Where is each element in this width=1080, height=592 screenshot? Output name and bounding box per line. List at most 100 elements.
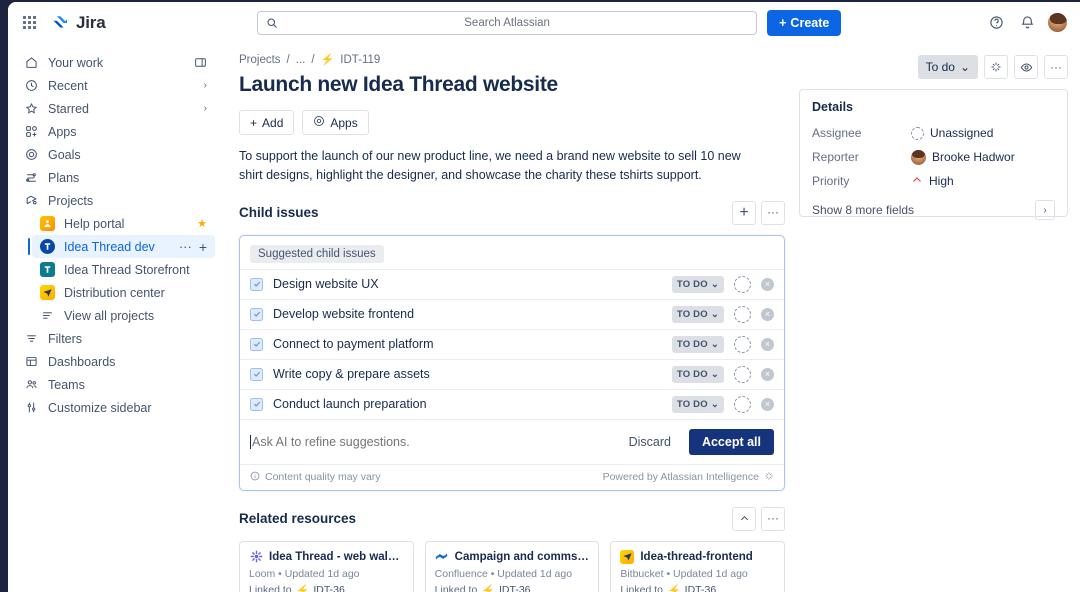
chevron-right-icon[interactable]: › [204,103,207,114]
sidebar-item-teams[interactable]: Teams [16,373,215,396]
ai-refine-input[interactable] [250,435,611,449]
assignee-avatar-placeholder[interactable] [734,336,751,353]
sidebar-item-help-portal[interactable]: Help portal ★ [32,212,215,235]
breadcrumb-issue-key[interactable]: IDT-119 [340,54,380,66]
add-child-issue-button[interactable]: + [732,201,756,225]
chevron-down-icon: ⌄ [711,339,719,350]
discard-button[interactable]: Discard [621,431,679,453]
suggested-issue-row[interactable]: Design website UX TO DO⌄ × [240,269,784,299]
show-more-fields[interactable]: Show 8 more fields › [812,200,1055,220]
search-input[interactable]: Search Atlassian [257,11,757,35]
sidebar-item-distribution-center[interactable]: Distribution center [32,281,215,304]
apps-button[interactable]: Apps [302,110,368,135]
row-checkbox[interactable] [250,338,263,351]
row-checkbox[interactable] [250,368,263,381]
detail-value[interactable]: High [911,174,954,189]
detail-value[interactable]: Unassigned [911,126,993,140]
row-checkbox[interactable] [250,398,263,411]
sidebar-item-label: Goals [48,148,207,162]
assignee-avatar-placeholder[interactable] [734,306,751,323]
suggested-issue-name: Develop website frontend [273,307,662,321]
star-filled-icon[interactable]: ★ [197,217,207,230]
resource-card[interactable]: Campaign and comms plan Confluence • Upd… [425,541,600,592]
sidebar-item-your-work[interactable]: Your work [16,51,215,74]
sidebar-item-idea-thread-storefront[interactable]: Idea Thread Storefront [32,258,215,281]
resource-card[interactable]: Idea Thread - web walkthrough Loom • Upd… [239,541,414,592]
sidebar-item-recent[interactable]: Recent › [16,74,215,97]
app-switcher-icon[interactable] [16,10,42,36]
sidebar-item-filters[interactable]: Filters [16,327,215,350]
child-issues-more-button[interactable]: ··· [761,201,785,225]
more-actions-icon[interactable]: ··· [179,243,192,251]
panel-toggle-icon[interactable] [194,56,207,69]
accept-all-button[interactable]: Accept all [689,429,774,455]
add-icon[interactable]: + [199,241,207,253]
help-icon[interactable] [985,12,1007,34]
sidebar-item-goals[interactable]: Goals [16,143,215,166]
breadcrumb-projects[interactable]: Projects [239,54,281,66]
issue-more-button[interactable]: ··· [1044,55,1068,79]
status-label: TO DO [677,309,708,320]
sidebar-item-projects[interactable]: Projects [16,189,215,212]
related-resources-actions: ··· [732,507,785,531]
remove-row-button[interactable]: × [761,338,774,351]
status-dropdown[interactable]: TO DO⌄ [672,276,724,293]
row-checkbox[interactable] [250,308,263,321]
show-more-label: Show 8 more fields [812,203,914,217]
resource-title-row: Idea Thread - web walkthrough [249,550,404,564]
assignee-avatar-placeholder[interactable] [734,366,751,383]
goals-icon [24,147,39,162]
remove-row-button[interactable]: × [761,278,774,291]
collapse-button[interactable] [732,507,756,531]
remove-row-button[interactable]: × [761,308,774,321]
sidebar-item-dashboards[interactable]: Dashboards [16,350,215,373]
sidebar-item-apps[interactable]: Apps [16,120,215,143]
suggested-header: Suggested child issues [240,236,784,269]
priority-value: High [929,174,954,188]
detail-key: Reporter [812,150,911,164]
suggested-issue-row[interactable]: Connect to payment platform TO DO⌄ × [240,329,784,359]
resource-card[interactable]: Idea-thread-frontend Bitbucket • Updated… [610,541,785,592]
suggested-issue-row[interactable]: Develop website frontend TO DO⌄ × [240,299,784,329]
assignee-avatar-placeholder[interactable] [734,276,751,293]
chevron-down-icon: ⌄ [960,60,970,74]
linked-issue-key[interactable]: IDT-36 [499,584,531,592]
row-checkbox[interactable] [250,278,263,291]
breadcrumb-separator: / [287,54,290,66]
chevron-right-icon[interactable]: › [204,80,207,91]
ai-sparkle-button[interactable] [984,55,1008,79]
suggested-issue-row[interactable]: Conduct launch preparation TO DO⌄ × [240,389,784,419]
linked-issue-key[interactable]: IDT-36 [685,584,717,592]
sidebar-item-starred[interactable]: Starred › [16,97,215,120]
chevron-down-icon: ⌄ [711,279,719,290]
breadcrumb-ellipsis[interactable]: ... [296,54,306,66]
create-button[interactable]: + Create [767,10,841,36]
add-button[interactable]: + Add [239,110,294,135]
avatar[interactable] [1047,12,1068,33]
sidebar-item-label: Customize sidebar [48,401,207,415]
chevron-right-icon[interactable]: › [1035,200,1055,220]
linked-to-label: Linked to [249,584,292,592]
sidebar-item-customize-sidebar[interactable]: Customize sidebar [16,396,215,419]
linked-issue-key[interactable]: IDT-36 [313,584,345,592]
bell-icon[interactable] [1016,12,1038,34]
assignee-avatar-placeholder[interactable] [734,396,751,413]
sidebar-item-plans[interactable]: Plans [16,166,215,189]
suggested-issue-row[interactable]: Write copy & prepare assets TO DO⌄ × [240,359,784,389]
status-dropdown[interactable]: TO DO⌄ [672,306,724,323]
status-dropdown[interactable]: TO DO⌄ [672,396,724,413]
status-dropdown[interactable]: TO DO⌄ [672,336,724,353]
status-dropdown-button[interactable]: To do ⌄ [918,55,978,79]
detail-key: Priority [812,174,911,188]
sidebar-item-idea-thread-dev[interactable]: Idea Thread dev ··· + [32,235,215,258]
related-resources-more-button[interactable]: ··· [761,507,785,531]
remove-row-button[interactable]: × [761,398,774,411]
jira-logo[interactable]: Jira [52,13,105,33]
remove-row-button[interactable]: × [761,368,774,381]
quality-note-text: Content quality may vary [265,471,381,483]
detail-value[interactable]: Brooke Hadwor [911,150,1015,165]
sidebar-item-view-all-projects[interactable]: View all projects [32,304,215,327]
status-dropdown[interactable]: TO DO⌄ [672,366,724,383]
watch-button[interactable] [1014,55,1038,79]
suggested-issue-name: Connect to payment platform [273,337,662,351]
